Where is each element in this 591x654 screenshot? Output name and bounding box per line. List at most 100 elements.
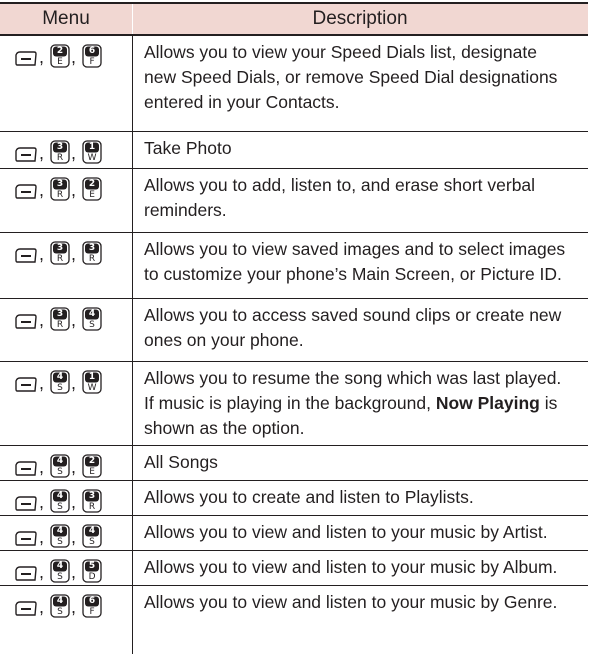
table-row: , 3 R, 4 S Allows you to access saved sound c… [0, 299, 588, 362]
table-row: , 3 R, 1 W Take Photo [0, 132, 588, 169]
key-digit: 3 [56, 142, 64, 152]
menu-cell: ,4S,5D [0, 551, 132, 586]
key-separator: , [71, 310, 77, 330]
keypad-key-icon: 5D [82, 559, 102, 583]
menu-soft-key-icon [15, 248, 37, 263]
key-digit: 4 [56, 526, 64, 536]
key-separator: , [71, 47, 77, 67]
description-line: Allows you to add, listen to, and erase … [144, 175, 536, 195]
key-separator: , [39, 47, 45, 67]
key-digit: 5 [88, 561, 96, 571]
table-row: , 2 E, 6 F Allows you to view your Speed Dial… [0, 36, 588, 132]
menu-cell: ,3R,3R [0, 233, 132, 299]
key-digit: 6 [88, 46, 96, 56]
menu-soft-key-icon [15, 147, 37, 162]
menu-soft-key-icon [15, 461, 37, 476]
description-line: Allows you to view your Speed Dials list… [144, 42, 537, 62]
keypad-key-icon: 4S [82, 307, 102, 331]
key-separator: , [71, 244, 77, 264]
key-digit: 3 [88, 243, 96, 253]
keypad-key-icon: 3R [82, 241, 102, 265]
keypad-key-icon: 1W [82, 140, 102, 164]
description-line: Allows you to create and listen to Playl… [144, 487, 474, 507]
keypad-key-icon: 3R [82, 489, 102, 513]
description-line: to customize your phone’s Main Screen, o… [144, 264, 562, 284]
key-separator: , [39, 244, 45, 264]
key-digit: 1 [88, 372, 96, 382]
description-line: Allows you to view and listen to your mu… [144, 592, 558, 612]
key-separator: , [71, 143, 77, 163]
key-separator: , [39, 373, 45, 393]
keypad-key-icon: 3R [50, 140, 70, 164]
key-digit: 3 [88, 491, 96, 501]
description-line: Allows you to view and listen to your mu… [144, 522, 548, 542]
key-letter: S [57, 607, 63, 617]
menu-cell: ,3R,4S [0, 299, 132, 362]
menu-cell: ,4S,4S [0, 516, 132, 551]
key-digit: 1 [88, 142, 96, 152]
keypad-key-icon: 6F [82, 594, 102, 618]
description-line: new Speed Dials, or remove Speed Dial de… [144, 67, 558, 87]
description-cell: All Songs [144, 450, 580, 475]
menu-cell: ,3R,1W [0, 132, 132, 169]
description-line: entered in your Contacts. [144, 92, 340, 112]
menu-cell: ,4S,2E [0, 446, 132, 481]
key-letter: S [57, 537, 63, 547]
key-digit: 2 [56, 46, 64, 56]
key-separator: , [71, 457, 77, 477]
key-letter: R [56, 254, 64, 264]
key-sequence: ,4S,4S [14, 524, 102, 550]
key-letter: R [56, 153, 64, 163]
key-separator: , [71, 492, 77, 512]
description-cell: Allows you to add, listen to, and erase … [144, 173, 580, 223]
header-column-divider [132, 4, 133, 34]
menu-soft-key-icon [15, 531, 37, 546]
key-letter: R [88, 502, 96, 512]
menu-table: Menu Description , 2 E, 6 F Allows you to vie… [0, 0, 591, 654]
key-sequence: ,4S,2E [14, 454, 102, 480]
table-row: , 4 S, 3 R Allows you to create and listen to… [0, 481, 588, 516]
key-digit: 4 [56, 491, 64, 501]
table-row: , 3 R, 3 R Allows you to view saved images an… [0, 233, 588, 299]
keypad-key-icon: 1W [82, 370, 102, 394]
key-digit: 3 [56, 243, 64, 253]
menu-soft-key-icon [15, 566, 37, 581]
table-row: , 4 S, 4 S Allows you to view and listen to y… [0, 516, 588, 551]
description-line: shown as the option. [144, 418, 305, 438]
key-separator: , [39, 562, 45, 582]
key-digit: 4 [88, 526, 96, 536]
key-separator: , [39, 457, 45, 477]
key-letter: D [88, 572, 96, 582]
description-cell: Allows you to view and listen to your mu… [144, 555, 580, 580]
keypad-key-icon: 2E [82, 177, 102, 201]
key-sequence: ,4S,6F [14, 594, 102, 620]
key-letter: R [56, 190, 64, 200]
key-separator: , [39, 310, 45, 330]
table-row: , 4 S, 2 E All Songs [0, 446, 588, 481]
key-digit: 4 [88, 309, 96, 319]
menu-soft-key-icon [15, 601, 37, 616]
keypad-key-icon: 2E [50, 44, 70, 68]
key-sequence: ,3R,1W [14, 140, 102, 166]
key-letter: S [89, 320, 95, 330]
keypad-key-icon: 4S [50, 594, 70, 618]
description-line: reminders. [144, 200, 227, 220]
description-cell: Take Photo [144, 136, 580, 161]
keypad-key-icon: 3R [50, 307, 70, 331]
keypad-key-icon: 4S [50, 524, 70, 548]
table-row: , 4 S, 1 W Allows you to resume the song whic… [0, 362, 588, 446]
key-separator: , [39, 527, 45, 547]
key-separator: , [71, 527, 77, 547]
key-separator: , [71, 562, 77, 582]
key-letter: S [57, 467, 63, 477]
key-letter: W [87, 383, 97, 393]
menu-soft-key-icon [15, 184, 37, 199]
key-letter: S [57, 383, 63, 393]
description-cell: Allows you to create and listen to Playl… [144, 485, 580, 510]
keypad-key-icon: 3R [50, 241, 70, 265]
description-cell: Allows you to view your Speed Dials list… [144, 40, 580, 115]
column-divider [132, 36, 133, 654]
description-cell: Allows you to access saved sound clips o… [144, 303, 580, 353]
description-line: Allows you to view and listen to your mu… [144, 557, 558, 577]
key-letter: F [89, 57, 95, 67]
